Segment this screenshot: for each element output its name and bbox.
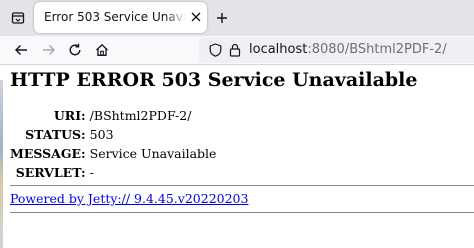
- row-value: Service Unavailable: [89, 146, 217, 161]
- shield-icon: [209, 43, 221, 57]
- tab-bar: Error 503 Service Unavailable: [0, 0, 474, 36]
- tab-title: Error 503 Service Unavailable: [44, 10, 186, 24]
- row-label: MESSAGE:: [10, 146, 86, 161]
- tab-list-icon: [11, 12, 25, 24]
- back-button[interactable]: [10, 39, 32, 61]
- reload-button[interactable]: [64, 39, 86, 61]
- table-row: SERVLET: -: [10, 163, 216, 182]
- lock-icon: [229, 43, 241, 57]
- row-label: STATUS:: [25, 127, 86, 142]
- url-text[interactable]: localhost:8080/BShtml2PDF-2/: [249, 42, 447, 57]
- home-button[interactable]: [91, 39, 113, 61]
- page-content: HTTP ERROR 503 Service Unavailable URI: …: [0, 65, 474, 248]
- table-row: STATUS: 503: [10, 125, 216, 144]
- forward-button[interactable]: [38, 39, 60, 61]
- address-bar[interactable]: localhost:8080/BShtml2PDF-2/: [199, 37, 474, 63]
- divider: [10, 185, 474, 186]
- tab-active[interactable]: Error 503 Service Unavailable: [34, 2, 207, 33]
- row-value: -: [89, 165, 94, 180]
- row-value: /BShtml2PDF-2/: [89, 108, 192, 123]
- home-icon: [96, 43, 108, 56]
- table-row: URI: /BShtml2PDF-2/: [10, 106, 216, 125]
- back-arrow-icon: [15, 45, 27, 55]
- tracking-protection-button[interactable]: [207, 42, 223, 58]
- tab-list-button[interactable]: [6, 6, 30, 30]
- background-window-edge: [0, 80, 3, 248]
- url-host: localhost: [249, 42, 308, 57]
- reload-icon: [69, 43, 81, 56]
- table-row: MESSAGE: Service Unavailable: [10, 144, 216, 163]
- new-tab-button[interactable]: [210, 6, 234, 30]
- divider: [10, 212, 474, 213]
- url-path: :8080/BShtml2PDF-2/: [307, 42, 447, 57]
- forward-arrow-icon: [43, 45, 55, 55]
- row-value: 503: [89, 127, 114, 142]
- tab-close-button[interactable]: [189, 10, 203, 24]
- page-title: HTTP ERROR 503 Service Unavailable: [10, 69, 418, 91]
- plus-icon: [217, 13, 227, 23]
- error-details-table: URI: /BShtml2PDF-2/ STATUS: 503 MESSAGE:…: [10, 106, 216, 182]
- navigation-toolbar: localhost:8080/BShtml2PDF-2/: [0, 36, 474, 65]
- close-icon: [191, 12, 201, 22]
- row-label: SERVLET:: [15, 165, 86, 180]
- jetty-powered-by-link[interactable]: Powered by Jetty:// 9.4.45.v20220203: [10, 191, 248, 206]
- row-label: URI:: [53, 108, 86, 123]
- site-info-button[interactable]: [227, 42, 243, 58]
